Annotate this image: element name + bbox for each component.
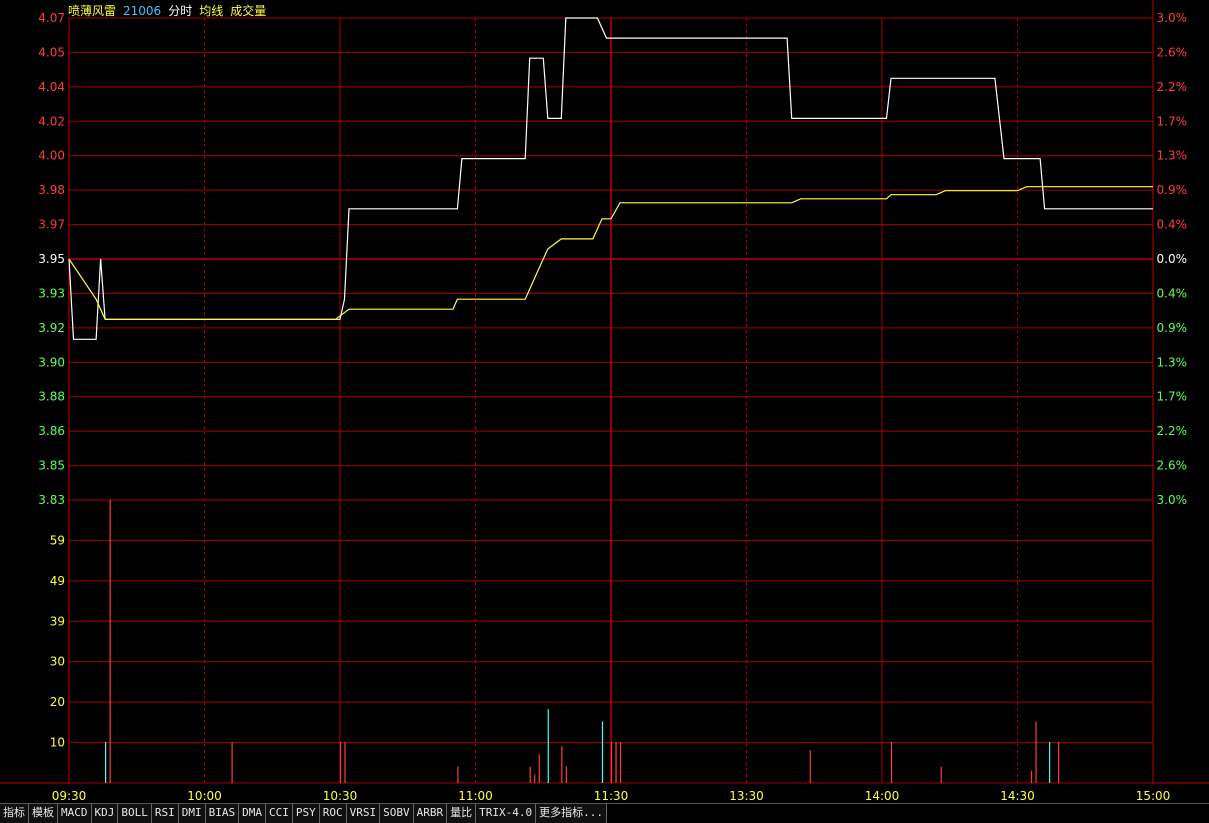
volume-axis-label: 59 — [50, 533, 65, 547]
volume-axis-label: 39 — [50, 614, 65, 628]
intraday-chart[interactable]: 4.07 4.05 4.04 4.02 4.00 3.98 3.97 3.95 3.93 3.92… — [0, 0, 1209, 803]
time-axis-label: 14:30 — [1000, 789, 1035, 803]
indicator-tab[interactable]: 指标 — [0, 804, 29, 823]
percent-axis-label: 1.7% — [1157, 114, 1188, 128]
price-axis-label: 4.04 — [38, 80, 65, 94]
indicator-tab[interactable]: ARBR — [413, 804, 448, 823]
indicator-tab[interactable]: BOLL — [118, 804, 152, 823]
percent-axis-label: 0.9% — [1157, 183, 1188, 197]
label-volume: 成交量 — [230, 4, 267, 18]
percent-axis-label: 2.2% — [1157, 424, 1188, 438]
price-axis-label: 3.95 — [38, 252, 65, 266]
indicator-tab[interactable]: DMA — [239, 804, 266, 823]
percent-axis-label: 3.0% — [1157, 493, 1188, 507]
percent-axis-label: 2.6% — [1157, 459, 1188, 473]
percent-axis-label: 0.4% — [1157, 218, 1188, 232]
indicator-tab[interactable]: RSI — [151, 804, 179, 823]
price-axis-label: 3.88 — [38, 390, 65, 404]
indicator-tab[interactable]: 更多指标... — [536, 804, 607, 823]
stock-name: 喷薄风雷 — [68, 4, 117, 18]
stock-code: 21006 — [123, 4, 162, 18]
price-axis-label: 4.05 — [38, 45, 65, 59]
time-axis-label: 14:00 — [865, 789, 900, 803]
indicator-tab[interactable]: 量比 — [447, 804, 477, 823]
time-axis-label: 10:00 — [187, 789, 222, 803]
percent-axis-label: 1.3% — [1157, 355, 1188, 369]
percent-axis-label: 0.4% — [1157, 286, 1188, 300]
indicator-tab[interactable]: ROC — [319, 804, 347, 823]
volume-axis-label: 49 — [50, 574, 65, 588]
indicator-tab[interactable]: MACD — [58, 804, 92, 823]
indicator-tab[interactable]: CCI — [266, 804, 293, 823]
price-axis-label: 3.97 — [38, 218, 65, 232]
percent-axis-label: 3.0% — [1157, 11, 1188, 25]
percent-axis-label: 2.6% — [1157, 45, 1188, 59]
chart-header: 喷薄风雷 21006 分时 均线 成交量 — [68, 2, 273, 19]
price-axis-label: 3.85 — [38, 459, 65, 473]
time-axis-label: 11:00 — [458, 789, 493, 803]
time-axis-label: 13:30 — [729, 789, 764, 803]
indicator-tab[interactable]: BIAS — [205, 804, 240, 823]
label-fenshi: 分时 — [168, 4, 193, 18]
price-axis-label: 3.83 — [38, 493, 65, 507]
indicator-tab[interactable]: PSY — [292, 804, 320, 823]
percent-axis-label: 1.7% — [1157, 390, 1188, 404]
indicator-tab[interactable]: SOBV — [380, 804, 414, 823]
indicator-tab[interactable]: DMI — [178, 804, 206, 823]
percent-axis-label: 1.3% — [1157, 149, 1188, 163]
price-axis-label: 3.93 — [38, 286, 65, 300]
time-axis-label: 15:00 — [1136, 789, 1171, 803]
indicator-tab[interactable]: KDJ — [91, 804, 119, 823]
price-axis-label: 3.98 — [38, 183, 65, 197]
price-axis-label: 4.07 — [38, 11, 65, 25]
indicator-tab[interactable]: TRIX-4.0 — [476, 804, 537, 823]
label-junxian: 均线 — [199, 4, 224, 18]
price-axis-label: 3.92 — [38, 321, 65, 335]
percent-axis-label: 2.2% — [1157, 80, 1188, 94]
percent-axis-label: 0.9% — [1157, 321, 1188, 335]
volume-axis-label: 10 — [50, 736, 65, 750]
indicator-tab[interactable]: VRSI — [346, 804, 381, 823]
volume-axis-label: 30 — [50, 655, 65, 669]
indicator-toolbar: 指标 模板 MACD KDJ BOLL RSI DMI BIAS DMA CCI PSY ROC VRS… — [0, 803, 1209, 823]
time-axis-label: 10:30 — [323, 789, 358, 803]
percent-axis-label: 0.0% — [1157, 252, 1188, 266]
time-axis-label: 11:30 — [594, 789, 629, 803]
time-axis-label: 09:30 — [52, 789, 87, 803]
price-axis-label: 3.86 — [38, 424, 65, 438]
price-axis-label: 4.02 — [38, 114, 65, 128]
price-axis-label: 3.90 — [38, 355, 65, 369]
indicator-tab[interactable]: 模板 — [29, 804, 58, 823]
volume-axis-label: 20 — [50, 695, 65, 709]
price-axis-label: 4.00 — [38, 149, 65, 163]
